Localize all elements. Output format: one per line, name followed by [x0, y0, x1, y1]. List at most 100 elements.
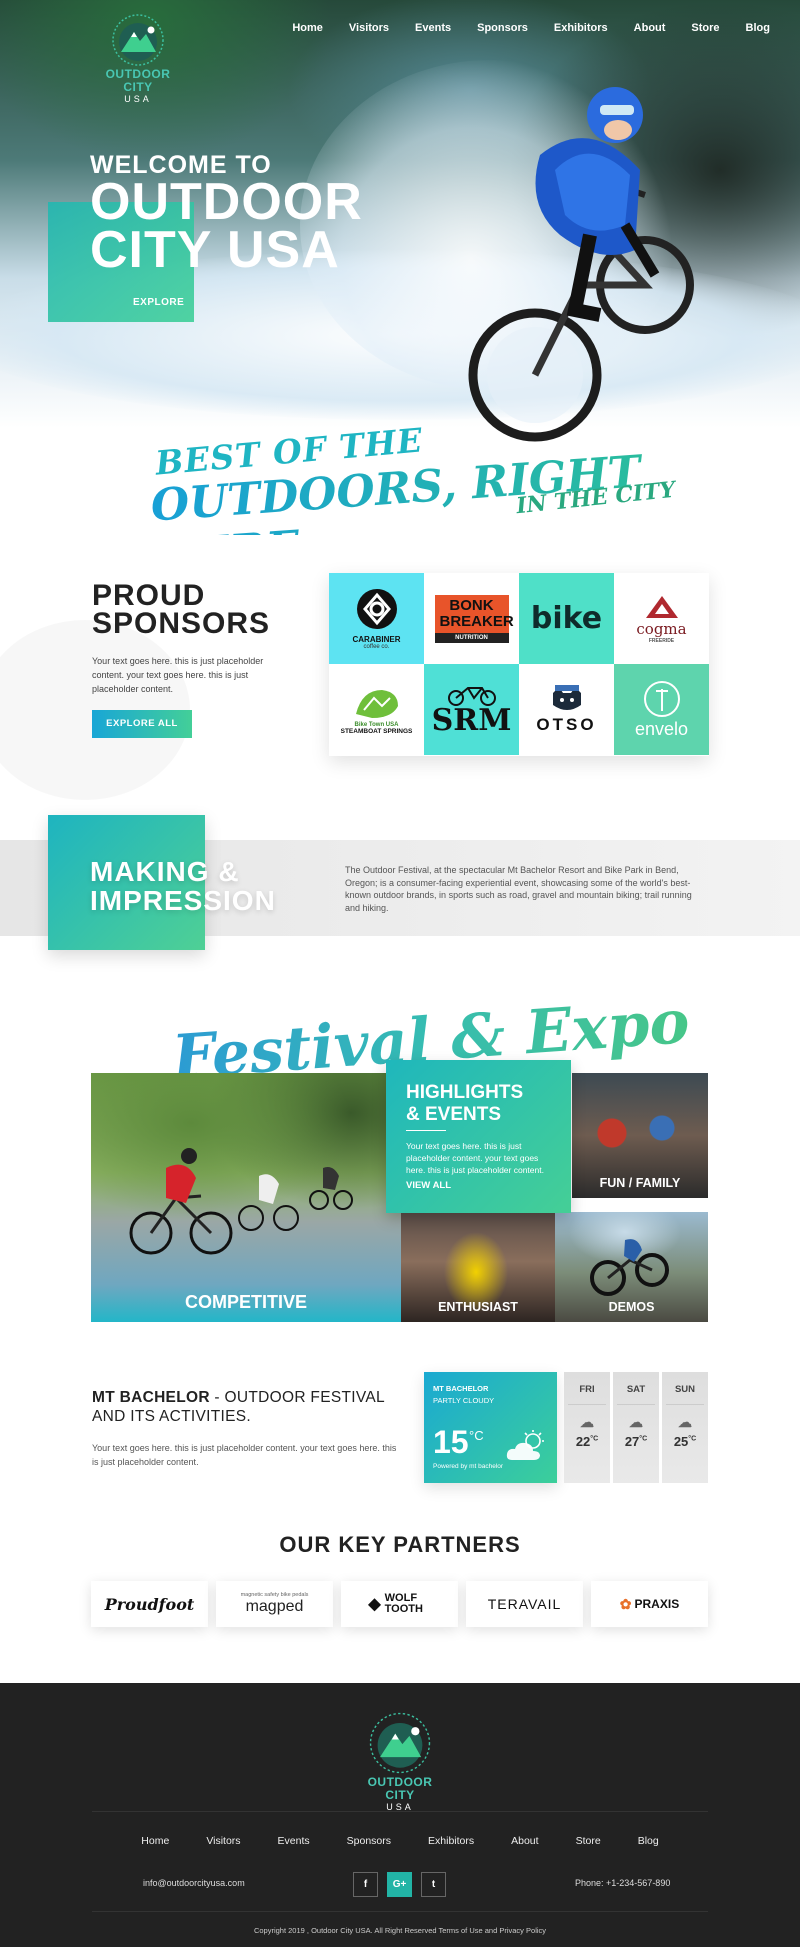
bike-town-sub: STEAMBOAT SPRINGS	[340, 728, 413, 735]
footer-nav-visitors[interactable]: Visitors	[206, 1835, 240, 1847]
highlights-text: Your text goes here. this is just placeh…	[406, 1141, 544, 1175]
carabiner-name: CARABINER	[352, 635, 401, 644]
footer-nav-about[interactable]: About	[511, 1835, 538, 1847]
bike-town-logo-icon	[355, 690, 398, 718]
weather-day-temp-value: 27	[624, 1434, 640, 1449]
nav-about[interactable]: About	[634, 22, 666, 34]
twitter-icon[interactable]: t	[421, 1872, 446, 1897]
tile-demos[interactable]: DEMOS	[555, 1212, 708, 1322]
weather-day-sat: SAT ☁ 27°C	[613, 1372, 659, 1483]
partner-wolf-tooth[interactable]: ◆ WOLF TOOTH	[341, 1581, 458, 1627]
footer-nav-sponsors[interactable]: Sponsors	[347, 1835, 391, 1847]
footer-nav-events[interactable]: Events	[278, 1835, 310, 1847]
site-logo[interactable]: OUTDOOR CITY USA	[92, 12, 184, 104]
google-plus-icon[interactable]: G+	[387, 1872, 412, 1897]
partner-praxis[interactable]: ✿ PRAXIS	[591, 1581, 708, 1627]
wolf-head-icon: ◆	[368, 1596, 381, 1613]
mt-bachelor-text: Your text goes here. this is just placeh…	[92, 1443, 397, 1467]
partner-proudfoot[interactable]: Proudfoot	[91, 1581, 208, 1627]
hero-title-line2: CITY USA	[90, 221, 340, 279]
nav-store[interactable]: Store	[691, 22, 719, 34]
weather-current: MT BACHELOR PARTLY CLOUDY 15 °C Powered …	[424, 1372, 557, 1483]
sponsor-bike[interactable]: bike	[519, 573, 614, 664]
footer-phone: Phone: +1-234-567-890	[575, 1878, 671, 1888]
partners-title: OUR KEY PARTNERS	[279, 1532, 521, 1557]
weather-day-temp-value: 22	[575, 1434, 591, 1449]
footer-nav-exhibitors[interactable]: Exhibitors	[428, 1835, 474, 1847]
nav-sponsors[interactable]: Sponsors	[477, 22, 528, 34]
sponsors-text: Your text goes here. this is just placeh…	[92, 656, 264, 694]
sponsor-otso[interactable]: OTSO	[519, 664, 614, 755]
footer-divider-bottom	[92, 1911, 708, 1912]
tile-demos-label: DEMOS	[608, 1300, 655, 1314]
footer-nav-store[interactable]: Store	[576, 1835, 601, 1847]
partner-teravail[interactable]: TERAVAIL	[466, 1581, 583, 1627]
tile-fun-family-label: FUN / FAMILY	[599, 1176, 681, 1190]
cogma-name: cogma	[636, 619, 687, 638]
cogma-logo-icon	[645, 595, 678, 618]
tile-competitive-label: COMPETITIVE	[184, 1292, 307, 1312]
logo-sub: USA	[124, 94, 152, 104]
explore-all-button[interactable]: EXPLORE ALL	[92, 710, 192, 738]
sponsor-carabiner[interactable]: CARABINER coffee co.	[329, 573, 424, 664]
nav-events[interactable]: Events	[415, 22, 451, 34]
weather-temp: 15	[433, 1424, 469, 1460]
highlights-divider	[406, 1130, 446, 1131]
tile-fun-family[interactable]: FUN / FAMILY	[572, 1073, 708, 1198]
tile-competitive[interactable]: COMPETITIVE	[91, 1073, 401, 1322]
mountain-logo-icon	[367, 1710, 433, 1776]
footer-copyright: Copyright 2019 , Outdoor City USA. All R…	[253, 1926, 547, 1935]
sponsor-cogma[interactable]: cogma FREERIDE	[614, 573, 709, 664]
weather-day-label: FRI	[579, 1384, 595, 1395]
sponsor-srm[interactable]: SRM	[424, 664, 519, 755]
explore-button[interactable]: EXPLORE	[133, 297, 184, 308]
weather-day-label: SAT	[626, 1384, 646, 1395]
highlights-title-line2: & EVENTS	[406, 1104, 502, 1125]
footer-email[interactable]: info@outdoorcityusa.com	[143, 1878, 245, 1888]
nav-home[interactable]: Home	[292, 22, 323, 34]
bmx-rider-illustration	[590, 1239, 669, 1296]
carabiner-sub: coffee co.	[363, 644, 390, 650]
weather-day-temp: 22°C	[564, 1434, 610, 1449]
nav-visitors[interactable]: Visitors	[349, 22, 389, 34]
footer-nav-blog[interactable]: Blog	[638, 1835, 659, 1847]
highlights-title: HIGHLIGHTS & EVENTS	[406, 1082, 523, 1126]
bike-name: bike	[530, 601, 603, 636]
sponsors-title: PROUD SPONSORS	[92, 581, 270, 639]
nav-exhibitors[interactable]: Exhibitors	[554, 22, 608, 34]
partner-magped[interactable]: magnetic safety bike pedals magped	[216, 1581, 333, 1627]
weather-day-fri: FRI ☁ 22°C	[564, 1372, 610, 1483]
facebook-icon[interactable]: f	[353, 1872, 378, 1897]
footer-logo[interactable]: OUTDOOR CITY USA	[354, 1710, 446, 1812]
weather-day-temp-value: 25	[673, 1434, 689, 1449]
sponsor-logo-grid: CARABINER coffee co. BONK BREAKER NUTRIT…	[329, 573, 709, 756]
footer-nav: Home Visitors Events Sponsors Exhibitors…	[0, 1835, 800, 1847]
weather-powered: Powered by mt bachelor	[433, 1463, 504, 1470]
mt-bachelor-title-bold: MT BACHELOR	[92, 1389, 210, 1406]
impression-title-line2: IMPRESSION	[90, 885, 276, 916]
highlights-card: HIGHLIGHTS & EVENTS Your text goes here.…	[386, 1060, 571, 1213]
footer-nav-home[interactable]: Home	[141, 1835, 169, 1847]
hero-section: OUTDOOR CITY USA Home Visitors Events Sp…	[0, 0, 800, 535]
view-all-link[interactable]: VIEW ALL	[406, 1180, 451, 1191]
hero-title: OUTDOOR CITY USA	[90, 176, 363, 279]
partner-proudfoot-name: Proudfoot	[104, 1594, 195, 1614]
cyclists-illustration	[129, 1148, 353, 1255]
weather-day-sun: SUN ☁ 25°C	[662, 1372, 708, 1483]
cogma-sub: FREERIDE	[648, 637, 675, 644]
day-cloud-sun-icon: ☁	[580, 1414, 594, 1430]
weather-day-temp: 27°C	[613, 1434, 659, 1449]
weather-day-unit: °C	[590, 1435, 599, 1443]
sponsor-envelo[interactable]: envelo	[614, 664, 709, 755]
envelo-logo-icon	[643, 681, 680, 717]
weather-day-label: SUN	[674, 1384, 696, 1395]
highlights-title-line1: HIGHLIGHTS	[406, 1082, 524, 1103]
weather-condition: PARTLY CLOUDY	[433, 1396, 495, 1405]
partly-cloudy-icon	[506, 1430, 544, 1460]
nav-blog[interactable]: Blog	[746, 22, 770, 34]
day-cloud-sun-icon: ☁	[678, 1414, 692, 1430]
tile-enthusiast[interactable]: ENTHUSIAST	[401, 1212, 555, 1322]
sponsor-bonk-breaker[interactable]: BONK BREAKER NUTRITION	[424, 573, 519, 664]
sponsor-bike-town[interactable]: Bike Town USA STEAMBOAT SPRINGS	[329, 664, 424, 755]
otso-bear-icon	[552, 684, 581, 710]
